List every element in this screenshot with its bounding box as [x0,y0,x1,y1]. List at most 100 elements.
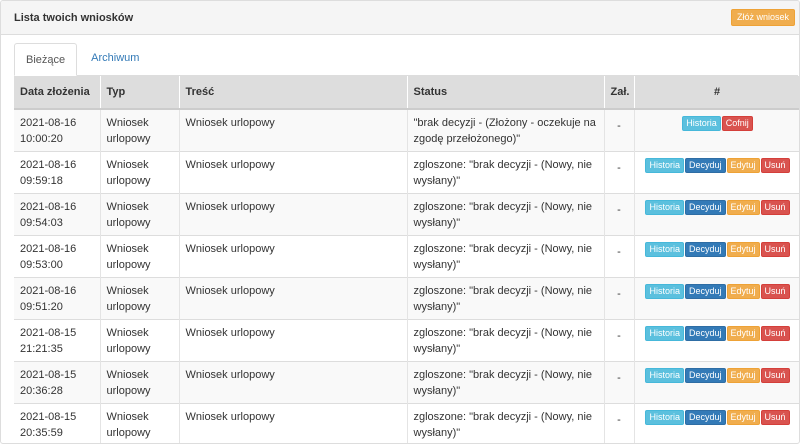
edit-button[interactable]: Edytuj [726,199,760,215]
withdraw-button[interactable]: Cofnij [721,116,753,131]
history-button[interactable]: Historia [645,157,684,173]
table-header-row: Data złożenia Typ Treść Status Zał. # [14,76,799,110]
table-body: 2021-08-16 10:00:20 Wniosek urlopowy Wniosek… [14,108,799,443]
type-text-line: Wniosek [106,410,149,423]
status-text-line: zgloszone: "brak decyzji - (Nowy, nie [413,368,593,381]
table-row[interactable]: 2021-08-16 09:51:20 Wniosek urlopowy Wniosek… [14,276,799,319]
attachments-cell: - [604,360,635,403]
delete-button[interactable]: Usuń [760,157,790,173]
column-header-date[interactable]: Data złożenia [14,76,101,110]
decide-button[interactable]: Decyduj [684,157,726,173]
type-cell: Wniosek urlopowy [100,108,180,151]
column-header-status[interactable]: Status [407,76,605,110]
type-text-line: Wniosek [106,158,149,171]
actions-cell: Historia Cofnij [634,108,799,151]
status-cell: zgloszone: "brak decyzji - (Nowy, nie wys… [407,360,605,403]
content-cell: Wniosek urlopowy [179,192,408,235]
table-row[interactable]: 2021-08-15 20:35:59 Wniosek urlopowy Wniosek… [14,402,799,443]
table-row[interactable]: 2021-08-15 21:21:35 Wniosek urlopowy Wniosek… [14,318,799,361]
status-cell: zgloszone: "brak decyzji - (Nowy, nie wys… [407,150,605,193]
status-text-line: wysłany)" [413,258,461,271]
status-cell: zgloszone: "brak decyzji - (Nowy, nie wys… [407,318,605,361]
delete-button[interactable]: Usuń [760,409,790,425]
status-text-line: wysłany)" [413,384,461,397]
content-cell: Wniosek urlopowy [179,402,408,443]
type-text-line: urlopowy [106,258,151,271]
date-cell: 2021-08-16 09:51:20 [14,276,101,319]
delete-button[interactable]: Usuń [760,367,790,383]
history-button[interactable]: Historia [645,199,684,215]
tab-current[interactable]: Bieżące [14,43,78,76]
decide-button[interactable]: Decyduj [684,283,726,299]
edit-button[interactable]: Edytuj [726,241,760,257]
status-text-line: wysłany)" [413,426,461,439]
requests-table: Data złożenia Typ Treść Status Zał. # 20… [14,76,799,443]
type-text-line: Wniosek [106,117,149,129]
status-text-line: zgloszone: "brak decyzji - (Nowy, nie [413,326,593,339]
decide-button[interactable]: Decyduj [684,367,726,383]
type-text-line: urlopowy [106,426,151,439]
date-text: 2021-08-16 [20,284,77,297]
column-header-type[interactable]: Typ [100,76,180,110]
edit-button[interactable]: Edytuj [726,157,760,173]
actions-cell: Historia Decyduj Edytuj Usuń [634,402,799,443]
page-title: Lista twoich wniosków [14,11,134,24]
status-text-line: zgloszone: "brak decyzji - (Nowy, nie [413,242,593,255]
time-text: 09:59:18 [20,174,63,187]
status-cell: zgloszone: "brak decyzji - (Nowy, nie wys… [407,234,605,277]
history-button[interactable]: Historia [645,325,684,341]
status-text-line: zgodę przełożonego)" [413,133,521,145]
status-text-line: wysłany)" [413,216,461,229]
edit-button[interactable]: Edytuj [726,367,760,383]
date-text: 2021-08-15 [20,410,77,423]
content-cell: Wniosek urlopowy [179,150,408,193]
table-row[interactable]: 2021-08-16 09:59:18 Wniosek urlopowy Wniosek… [14,150,799,193]
column-header-content[interactable]: Treść [179,76,408,110]
content-cell: Wniosek urlopowy [179,276,408,319]
history-button[interactable]: Historia [645,367,684,383]
delete-button[interactable]: Usuń [760,325,790,341]
content-text: Wniosek urlopowy [185,158,275,171]
type-cell: Wniosek urlopowy [100,318,180,361]
date-cell: 2021-08-15 20:35:59 [14,402,101,443]
type-text-line: urlopowy [106,216,151,229]
date-text: 2021-08-15 [20,326,77,339]
history-button[interactable]: Historia [682,116,721,131]
content-text: Wniosek urlopowy [185,200,275,213]
edit-button[interactable]: Edytuj [726,325,760,341]
new-request-button[interactable]: Złóż wniosek [730,9,795,26]
tab-archive[interactable]: Archiwum [80,42,150,75]
actions-cell: Historia Decyduj Edytuj Usuń [634,192,799,235]
decide-button[interactable]: Decyduj [684,325,726,341]
column-header-attachments[interactable]: Zał. [604,76,635,110]
table-row[interactable]: 2021-08-16 09:54:03 Wniosek urlopowy Wniosek… [14,192,799,235]
date-text: 2021-08-16 [20,200,77,213]
table-row[interactable]: 2021-08-16 10:00:20 Wniosek urlopowy Wniosek… [14,108,799,151]
history-button[interactable]: Historia [645,241,684,257]
content-cell: Wniosek urlopowy [179,108,408,151]
table-row[interactable]: 2021-08-15 20:36:28 Wniosek urlopowy Wniosek… [14,360,799,403]
delete-button[interactable]: Usuń [760,283,790,299]
content-text: Wniosek urlopowy [185,242,275,255]
decide-button[interactable]: Decyduj [684,241,726,257]
type-cell: Wniosek urlopowy [100,276,180,319]
edit-button[interactable]: Edytuj [726,409,760,425]
type-text-line: urlopowy [106,174,151,187]
decide-button[interactable]: Decyduj [684,199,726,215]
edit-button[interactable]: Edytuj [726,283,760,299]
status-text-line: zgloszone: "brak decyzji - (Nowy, nie [413,158,593,171]
delete-button[interactable]: Usuń [760,241,790,257]
delete-button[interactable]: Usuń [760,199,790,215]
type-text-line: urlopowy [106,133,151,145]
history-button[interactable]: Historia [645,283,684,299]
requests-panel: Lista twoich wniosków Złóż wniosek Bieżą… [0,0,800,444]
type-text-line: urlopowy [106,300,151,313]
history-button[interactable]: Historia [645,409,684,425]
table-row[interactable]: 2021-08-16 09:53:00 Wniosek urlopowy Wniosek… [14,234,799,277]
attachments-cell: - [604,234,635,277]
time-text: 20:35:59 [20,426,63,439]
status-text-line: "brak decyzji - (Złożony - oczekuje na [413,117,596,129]
decide-button[interactable]: Decyduj [684,409,726,425]
status-cell: zgloszone: "brak decyzji - (Nowy, nie wys… [407,192,605,235]
type-text-line: Wniosek [106,242,149,255]
